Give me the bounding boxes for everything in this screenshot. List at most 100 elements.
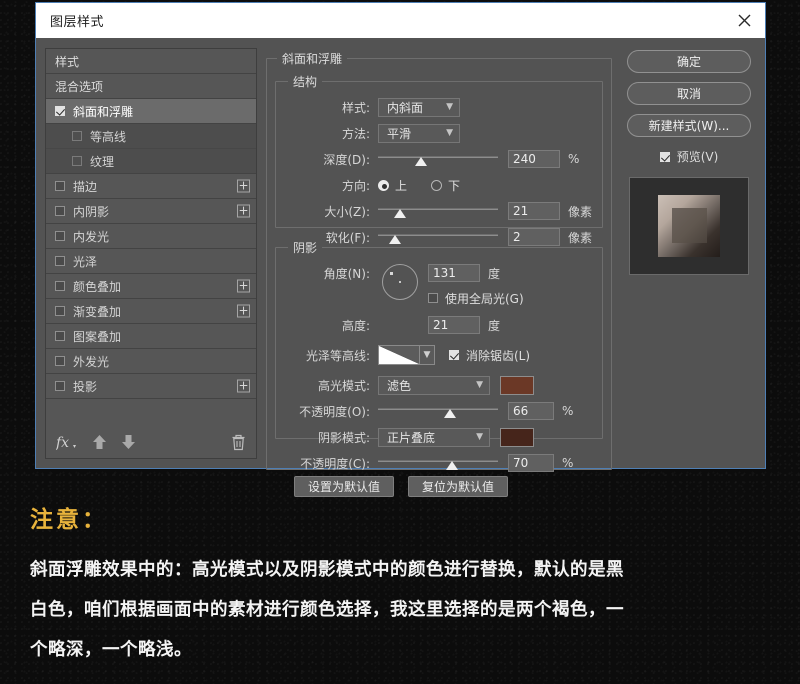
sidebar-item-label: 纹理 — [90, 154, 115, 169]
angle-input[interactable]: 131 — [428, 264, 480, 282]
sidebar-item-blending-options[interactable]: 混合选项 — [46, 74, 256, 99]
checkbox-outer-glow[interactable] — [55, 356, 65, 366]
radio-indicator — [431, 179, 443, 191]
antialias-checkbox[interactable]: 消除锯齿(L) — [449, 347, 530, 364]
gloss-contour-swatch[interactable] — [378, 345, 420, 365]
checkbox-drop-shadow[interactable] — [55, 381, 65, 391]
close-icon[interactable] — [729, 7, 759, 35]
add-drop-shadow-icon[interactable]: + — [237, 379, 250, 393]
add-inner-shadow-icon[interactable]: + — [237, 204, 250, 218]
sidebar-item-bevel-emboss[interactable]: 斜面和浮雕 — [46, 99, 256, 124]
add-gradient-overlay-icon[interactable]: + — [237, 304, 250, 318]
highlight-opacity-slider[interactable] — [378, 402, 498, 420]
set-default-button[interactable]: 设置为默认值 — [294, 476, 395, 497]
method-select[interactable]: 平滑 ▼ — [378, 123, 460, 143]
fx-menu-icon[interactable]: fx — [56, 433, 78, 451]
slider-knob[interactable] — [444, 409, 456, 418]
shadow-opacity-slider[interactable] — [378, 454, 498, 472]
checkbox-color-overlay[interactable] — [55, 281, 65, 291]
highlight-opacity-row: 不透明度(O): 66 % — [286, 400, 592, 422]
size-label: 大小(Z): — [324, 204, 370, 219]
arrow-up-icon[interactable] — [92, 434, 107, 450]
method-label: 方法: — [341, 126, 370, 141]
checkbox-indicator — [428, 293, 438, 303]
checkbox-satin[interactable] — [55, 256, 65, 266]
style-select[interactable]: 内斜面 ▼ — [378, 97, 460, 117]
cancel-button[interactable]: 取消 — [627, 82, 751, 105]
reset-default-button[interactable]: 复位为默认值 — [408, 476, 509, 497]
checkbox-bevel-emboss[interactable] — [55, 106, 65, 116]
bevel-emboss-panel: 斜面和浮雕 结构 样式: 内斜面 ▼ 方法: 平滑 ▼ 深度(D): 240 %… — [266, 48, 613, 497]
angle-dial[interactable] — [382, 264, 418, 300]
effects-list[interactable]: 样式 混合选项 斜面和浮雕 等高线 纹理 描边 + 内阴影 + 内发光 光泽 颜… — [45, 48, 257, 426]
shadow-opacity-input[interactable]: 70 — [508, 454, 554, 472]
arrow-down-icon[interactable] — [121, 434, 136, 450]
bevel-emboss-group: 斜面和浮雕 结构 样式: 内斜面 ▼ 方法: 平滑 ▼ 深度(D): 240 %… — [266, 50, 613, 472]
sidebar-item-pattern-overlay[interactable]: 图案叠加 — [46, 324, 256, 349]
style-row: 样式: 内斜面 ▼ — [286, 96, 592, 118]
style-select-value: 内斜面 — [387, 100, 424, 115]
slider-knob[interactable] — [446, 461, 459, 470]
shadow-mode-select[interactable]: 正片叠底 ▼ — [378, 427, 490, 447]
sidebar-item-styles[interactable]: 样式 — [46, 49, 256, 74]
highlight-color-swatch[interactable] — [500, 375, 534, 395]
sidebar-item-label: 外发光 — [73, 354, 110, 369]
soften-input[interactable]: 2 — [508, 228, 560, 246]
checkbox-inner-shadow[interactable] — [55, 206, 65, 216]
add-color-overlay-icon[interactable]: + — [237, 279, 250, 293]
highlight-mode-value: 滤色 — [387, 378, 412, 393]
slider-knob[interactable] — [393, 209, 406, 218]
depth-slider[interactable] — [378, 150, 498, 168]
checkbox-gradient-overlay[interactable] — [55, 306, 65, 316]
sidebar-item-gradient-overlay[interactable]: 渐变叠加 + — [46, 299, 256, 324]
slider-track — [378, 460, 498, 462]
global-light-checkbox[interactable]: 使用全局光(G) — [428, 290, 524, 307]
chevron-down-icon[interactable]: ▼ — [420, 345, 435, 365]
shadow-color-swatch[interactable] — [500, 427, 534, 447]
sidebar-item-satin[interactable]: 光泽 — [46, 249, 256, 274]
sidebar-item-label: 混合选项 — [55, 79, 104, 94]
sidebar-item-label: 内发光 — [73, 229, 110, 244]
checkbox-contour[interactable] — [72, 131, 82, 141]
dialog-actions: 确定 取消 新建样式(W)... 预览(V) — [622, 48, 756, 459]
preview-label: 预览(V) — [676, 150, 719, 164]
soften-slider[interactable] — [378, 228, 498, 246]
checkbox-pattern-overlay[interactable] — [55, 331, 65, 341]
sidebar-item-texture[interactable]: 纹理 — [46, 149, 256, 174]
direction-up-radio[interactable]: 上 — [378, 177, 407, 194]
sidebar-item-drop-shadow[interactable]: 投影 + — [46, 374, 256, 399]
add-stroke-icon[interactable]: + — [237, 179, 250, 193]
sidebar-item-contour[interactable]: 等高线 — [46, 124, 256, 149]
sidebar-item-color-overlay[interactable]: 颜色叠加 + — [46, 274, 256, 299]
highlight-opacity-input[interactable]: 66 — [508, 402, 554, 420]
caption-title: 注意： — [30, 507, 108, 533]
sidebar-item-inner-shadow[interactable]: 内阴影 + — [46, 199, 256, 224]
checkbox-texture[interactable] — [72, 156, 82, 166]
size-input[interactable]: 21 — [508, 202, 560, 220]
ok-button[interactable]: 确定 — [627, 50, 751, 73]
direction-up-label: 上 — [395, 178, 408, 193]
checkbox-inner-glow[interactable] — [55, 231, 65, 241]
dial-marker — [390, 272, 393, 275]
sidebar-item-label: 光泽 — [73, 254, 98, 269]
highlight-mode-select[interactable]: 滤色 ▼ — [378, 375, 490, 395]
size-row: 大小(Z): 21 像素 — [286, 200, 592, 222]
slider-knob[interactable] — [388, 235, 401, 244]
sidebar-item-outer-glow[interactable]: 外发光 — [46, 349, 256, 374]
altitude-input[interactable]: 21 — [428, 316, 480, 334]
sidebar-item-inner-glow[interactable]: 内发光 — [46, 224, 256, 249]
new-style-button[interactable]: 新建样式(W)... — [627, 114, 751, 137]
altitude-unit: 度 — [488, 318, 501, 333]
slider-knob[interactable] — [415, 157, 428, 166]
direction-down-radio[interactable]: 下 — [431, 177, 460, 194]
depth-input[interactable]: 240 — [508, 150, 560, 168]
trash-icon[interactable] — [231, 434, 246, 451]
method-row: 方法: 平滑 ▼ — [286, 122, 592, 144]
slider-track — [378, 408, 498, 410]
chevron-down-icon: ▼ — [446, 127, 453, 138]
size-slider[interactable] — [378, 202, 498, 220]
sidebar-item-stroke[interactable]: 描边 + — [46, 174, 256, 199]
checkbox-stroke[interactable] — [55, 181, 65, 191]
preview-checkbox[interactable]: 预览(V) — [627, 148, 751, 165]
angle-fields: 131 度 使用全局光(G) — [428, 262, 592, 312]
